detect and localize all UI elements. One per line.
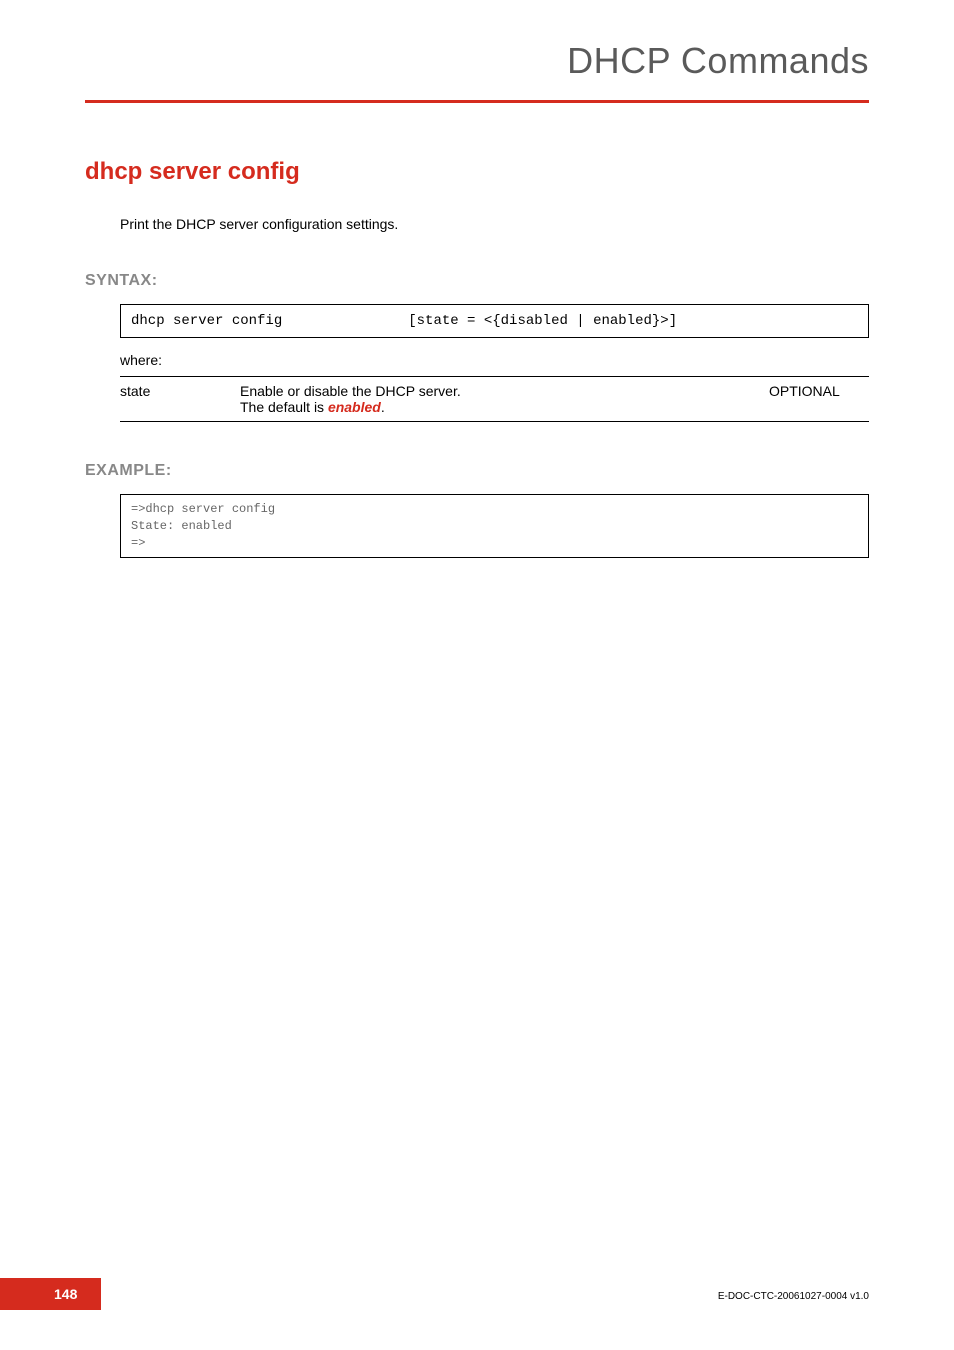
param-desc-default-prefix: The default is [240, 399, 328, 415]
param-desc: Enable or disable the DHCP server. The d… [240, 377, 769, 422]
section-title: dhcp server config [85, 158, 869, 186]
param-req: OPTIONAL [769, 377, 869, 422]
chapter-title: DHCP Commands [85, 40, 869, 82]
table-row: state Enable or disable the DHCP server.… [120, 377, 869, 422]
example-label: EXAMPLE: [85, 462, 869, 480]
syntax-label: SYNTAX: [85, 272, 869, 290]
section-intro: Print the DHCP server configuration sett… [120, 216, 869, 232]
param-desc-line1: Enable or disable the DHCP server. [240, 383, 461, 399]
syntax-box: dhcp server config [state = <{disabled |… [120, 304, 869, 338]
where-label: where: [120, 352, 869, 368]
param-table: state Enable or disable the DHCP server.… [120, 376, 869, 422]
doc-id: E-DOC-CTC-20061027-0004 v1.0 [718, 1291, 869, 1302]
param-desc-default-value: enabled [328, 399, 381, 415]
example-box: =>dhcp server config State: enabled => [120, 494, 869, 558]
page-number-badge: 148 [0, 1278, 101, 1310]
header-divider [85, 100, 869, 103]
param-desc-suffix: . [381, 399, 385, 415]
param-name: state [120, 377, 240, 422]
page: DHCP Commands dhcp server config Print t… [0, 0, 954, 1350]
